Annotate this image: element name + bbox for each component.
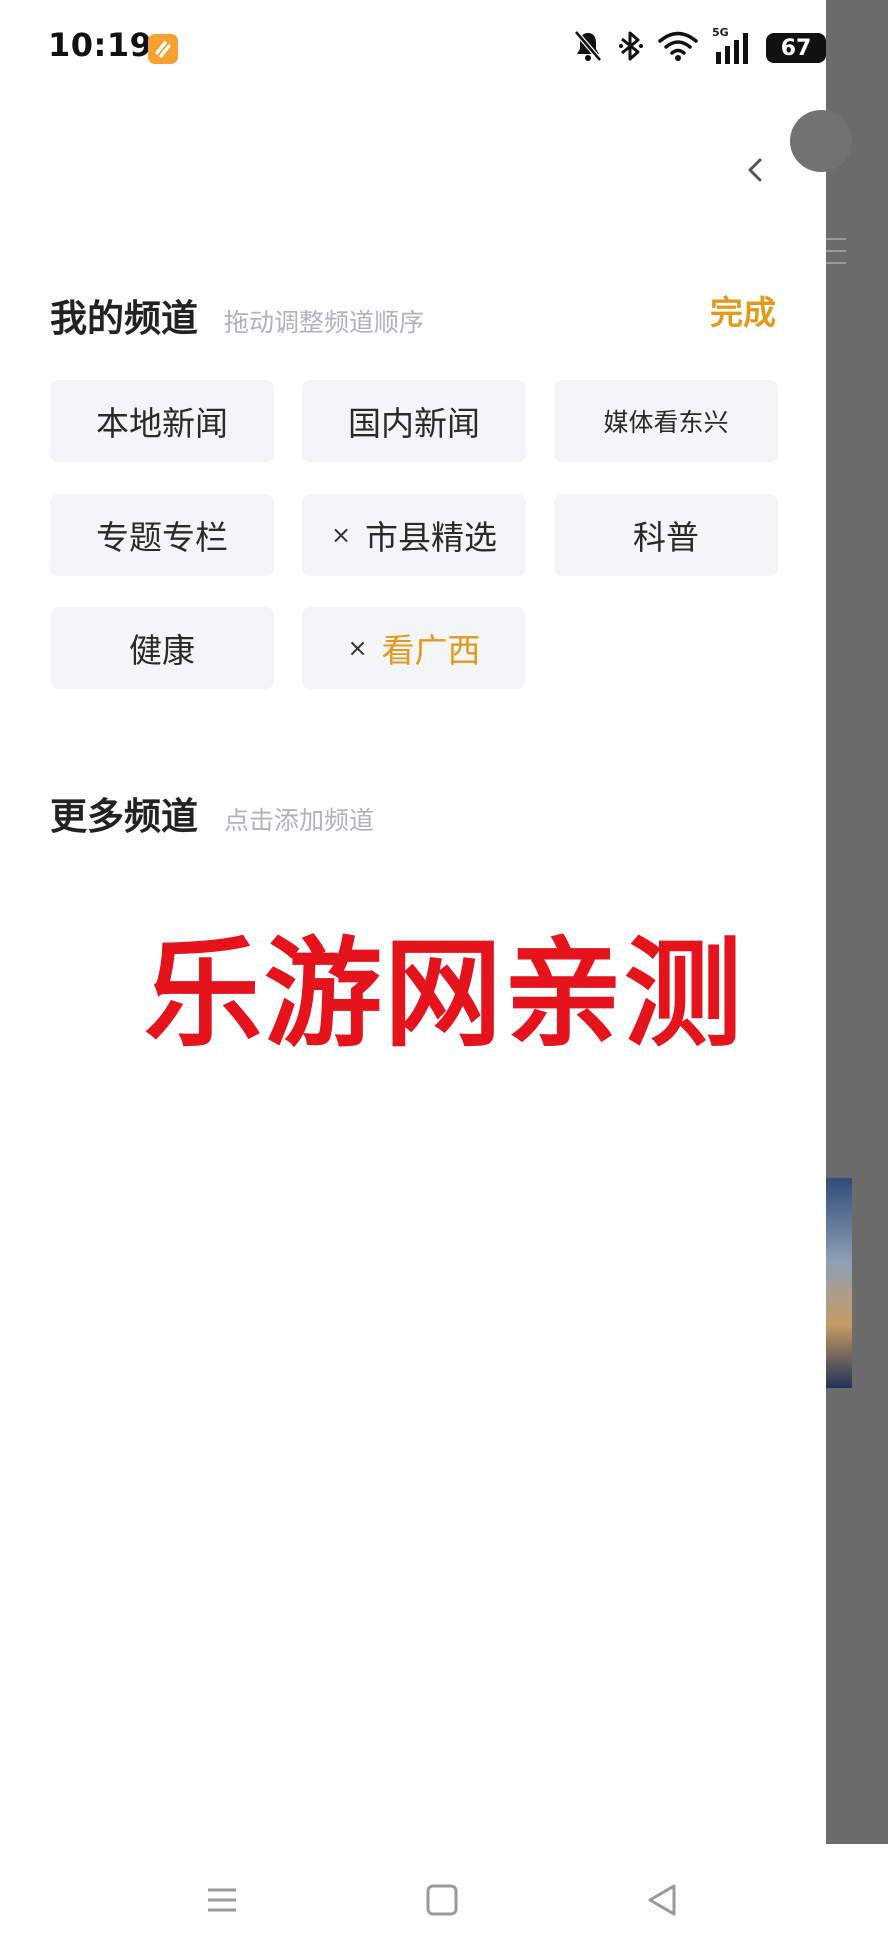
chevron-left-icon[interactable] (740, 150, 770, 190)
channel-chip[interactable]: × 市县精选 (302, 494, 526, 576)
overlay-menu-lines (826, 238, 846, 274)
channel-label: 科普 (633, 518, 699, 557)
menu-icon[interactable] (200, 1878, 244, 1922)
channel-chip-selected[interactable]: × 看广西 (302, 607, 526, 689)
wifi-icon (658, 30, 698, 66)
channel-chip[interactable]: 科普 (554, 494, 778, 576)
channel-label-selected: 看广西 (381, 631, 481, 670)
home-square-icon[interactable] (420, 1878, 464, 1922)
channel-chip[interactable]: 媒体看东兴 (554, 380, 778, 462)
status-bar: 10:19 5G 67 (0, 0, 826, 96)
signal-icon: 5G (712, 26, 752, 66)
my-channels-title: 我的频道 (50, 297, 198, 340)
channel-chip[interactable]: 本地新闻 (50, 380, 274, 462)
watermark-text: 乐游网亲测 (143, 925, 744, 1063)
mute-bell-icon (572, 29, 604, 67)
channel-label: 媒体看东兴 (603, 408, 729, 437)
done-button[interactable]: 完成 (710, 286, 776, 334)
bluetooth-icon (618, 29, 644, 67)
channel-label: 市县精选 (365, 518, 498, 557)
channel-label: 专题专栏 (96, 518, 228, 557)
battery-icon: 67 (766, 33, 826, 63)
channel-label: 健康 (129, 631, 195, 670)
more-channels-title: 更多频道 (50, 795, 198, 838)
status-icons: 5G 67 (572, 26, 826, 68)
system-nav-bar (0, 1844, 888, 1954)
more-channels-header: 更多频道 点击添加频道 (50, 786, 374, 840)
more-channels-hint: 点击添加频道 (224, 806, 375, 835)
back-triangle-icon[interactable] (640, 1878, 684, 1922)
channel-label: 本地新闻 (96, 404, 228, 443)
channel-label: 国内新闻 (348, 404, 480, 443)
channel-chip[interactable]: 专题专栏 (50, 494, 274, 576)
remove-channel-icon[interactable]: × (347, 634, 367, 662)
my-channels-header: 我的频道 拖动调整频道顺序 (50, 288, 424, 342)
app-badge-icon (148, 34, 178, 64)
remove-channel-icon[interactable]: × (331, 521, 351, 549)
overlay-thumbnail (826, 1178, 852, 1388)
channel-chip[interactable]: 健康 (50, 607, 274, 689)
my-channels-hint: 拖动调整频道顺序 (224, 308, 425, 337)
status-time: 10:19 (48, 26, 153, 64)
overlay-avatar (790, 110, 852, 172)
channel-chip[interactable]: 国内新闻 (302, 380, 526, 462)
